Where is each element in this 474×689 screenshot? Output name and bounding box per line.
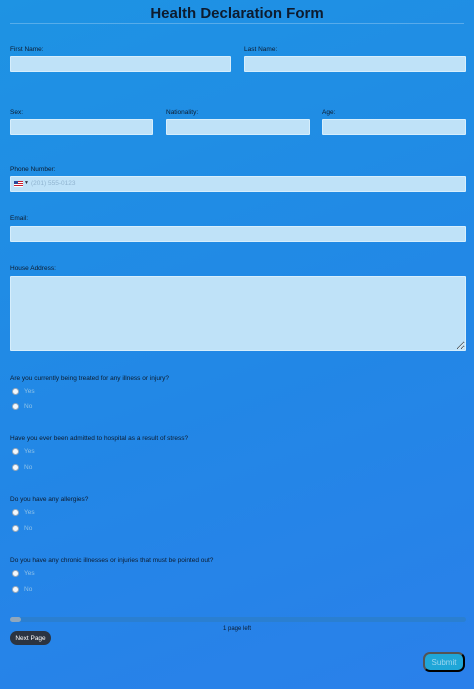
radio-button[interactable] (12, 464, 19, 471)
age-label: Age: (322, 109, 336, 116)
option-label: No (24, 464, 33, 471)
question-1: Are you currently being treated for any … (10, 375, 169, 382)
nationality-field[interactable] (166, 119, 310, 135)
option-label: No (24, 525, 33, 532)
title-divider (10, 23, 464, 24)
radio-button[interactable] (12, 388, 19, 395)
last-name-field[interactable] (244, 56, 466, 72)
first-name-field[interactable] (10, 56, 231, 72)
age-field[interactable] (322, 119, 466, 135)
form-title: Health Declaration Form (150, 5, 324, 22)
radio-button[interactable] (12, 403, 19, 410)
radio-button[interactable] (12, 586, 19, 593)
submit-button[interactable]: Submit (423, 652, 465, 672)
phone-label: Phone Number: (10, 166, 56, 173)
option-label: Yes (24, 570, 35, 577)
progress-bar (10, 617, 466, 622)
question-3: Do you have any allergies? (10, 496, 89, 503)
option-label: Yes (24, 509, 35, 516)
email-label: Email: (10, 215, 29, 222)
progress-bar-fill (10, 617, 22, 622)
nationality-label: Nationality: (166, 109, 199, 116)
address-field[interactable] (10, 276, 466, 351)
sex-label: Sex: (10, 109, 24, 116)
address-label: House Address: (10, 265, 56, 272)
radio-button[interactable] (12, 570, 19, 577)
last-name-label: Last Name: (244, 46, 278, 53)
next-page-button[interactable]: Next Page (10, 631, 51, 645)
sex-field[interactable] (10, 119, 153, 135)
radio-button[interactable] (12, 448, 19, 455)
option-label: Yes (24, 388, 35, 395)
first-name-label: First Name: (10, 46, 44, 53)
question-4: Do you have any chronic illnesses or inj… (10, 557, 214, 564)
email-field[interactable] (10, 226, 466, 242)
radio-button[interactable] (12, 509, 19, 516)
option-label: No (24, 586, 33, 593)
pages-left-text: 1 page left (222, 626, 252, 632)
us-flag-icon[interactable] (14, 181, 23, 187)
chevron-down-icon[interactable]: ▼ (24, 180, 29, 186)
question-2: Have you ever been admitted to hospital … (10, 435, 189, 442)
radio-button[interactable] (12, 525, 19, 532)
phone-placeholder: (201) 555-0123 (31, 180, 76, 187)
option-label: Yes (24, 448, 35, 455)
phone-field[interactable]: ▼ (201) 555-0123 (10, 176, 466, 192)
option-label: No (24, 403, 33, 410)
